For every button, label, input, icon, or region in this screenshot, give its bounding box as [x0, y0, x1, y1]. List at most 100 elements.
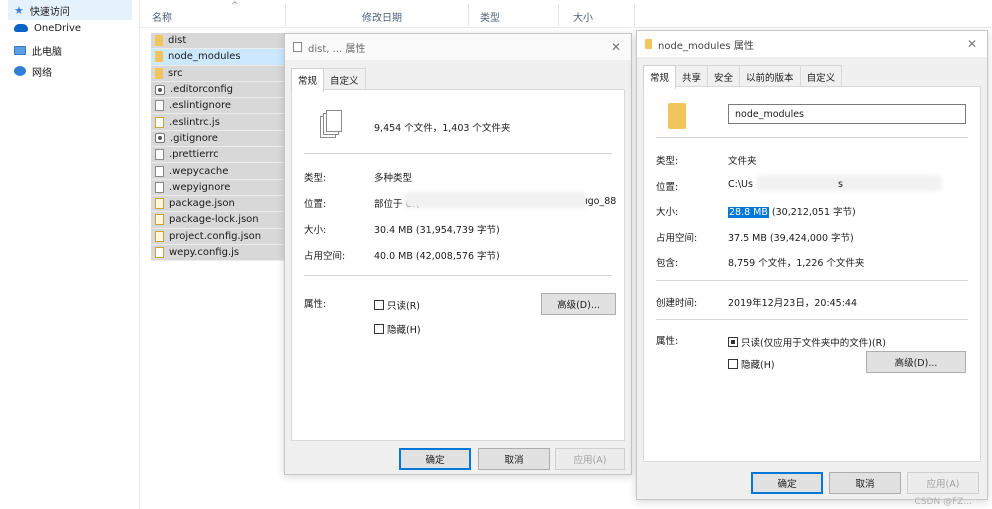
checkbox-box[interactable]	[374, 300, 384, 310]
contains-value: 8,759 个文件，1,226 个文件夹	[728, 258, 865, 269]
nav-item-network[interactable]: 网络	[14, 61, 52, 81]
type-value: 文件夹	[728, 156, 757, 167]
nav-item-quick-access[interactable]: ★ 快速访问	[8, 0, 132, 20]
watermark: CSDN @FZ...	[914, 497, 972, 507]
column-divider[interactable]	[634, 4, 635, 26]
created-label: 创建时间:	[656, 298, 698, 309]
file-name: project.config.json	[169, 230, 262, 242]
location-label: 位置:	[656, 182, 679, 193]
tab-general[interactable]: 常规	[643, 65, 677, 89]
disk-size-value: 37.5 MB (39,424,000 字节)	[728, 233, 854, 244]
file-row-src[interactable]: src	[151, 65, 284, 82]
file-name: .gitignore	[170, 132, 218, 144]
folder-icon	[155, 51, 163, 63]
file-row-project-config-json[interactable]: project.config.json	[151, 228, 284, 245]
column-header: 名称 ^ 修改日期 类型 大小	[140, 0, 992, 28]
hidden-checkbox[interactable]: 隐藏(H)	[728, 357, 775, 371]
dialog-title-bar[interactable]: node_modules 属性 ✕	[637, 31, 987, 57]
file-name: .wepyignore	[169, 181, 231, 193]
column-type[interactable]: 类型	[480, 9, 500, 24]
star-icon: ★	[14, 3, 24, 17]
close-icon[interactable]: ✕	[611, 40, 621, 54]
file-row-package-json[interactable]: package.json	[151, 195, 284, 213]
divider	[656, 137, 968, 138]
advanced-button[interactable]: 高级(D)...	[541, 293, 616, 315]
json-file-icon	[155, 230, 164, 242]
checkbox-box[interactable]	[728, 359, 738, 369]
size-highlight: 28.8 MB	[728, 207, 769, 218]
column-size[interactable]: 大小	[573, 9, 593, 24]
folder-icon	[645, 39, 652, 49]
advanced-button[interactable]: 高级(D)...	[866, 351, 966, 373]
apply-button[interactable]: 应用(A)	[555, 448, 625, 470]
file-name: .eslintignore	[169, 100, 231, 112]
hidden-checkbox[interactable]: 隐藏(H)	[374, 322, 421, 336]
file-row-eslintrc[interactable]: .eslintrc.js	[151, 114, 284, 131]
file-icon	[155, 100, 164, 112]
checkbox-box[interactable]	[728, 337, 738, 347]
checkbox-box[interactable]	[374, 324, 384, 334]
disk-size-label: 占用空间:	[304, 251, 346, 262]
checkbox-label: 只读(仅应用于文件夹中的文件)(R)	[741, 338, 886, 349]
cancel-button[interactable]: 取消	[478, 448, 550, 470]
file-row-wepycache[interactable]: .wepycache	[151, 163, 284, 180]
navigation-pane: ★ 快速访问 OneDrive 此电脑 网络	[0, 0, 140, 509]
created-value: 2019年12月23日，20:45:44	[728, 298, 858, 309]
type-label: 类型:	[304, 173, 327, 184]
checkbox-label: 隐藏(H)	[741, 360, 775, 371]
location-value-tail: ıgo_88	[585, 196, 617, 207]
attributes-label: 属性:	[304, 299, 327, 310]
ok-button[interactable]: 确定	[399, 448, 471, 470]
redacted-region	[756, 175, 942, 191]
readonly-checkbox[interactable]: 只读(仅应用于文件夹中的文件)(R)	[728, 335, 886, 349]
folder-icon	[155, 35, 163, 47]
file-row-prettierrc[interactable]: .prettierrc	[151, 147, 284, 164]
file-name: .editorconfig	[170, 84, 233, 96]
file-row-wepyignore[interactable]: .wepyignore	[151, 179, 284, 196]
file-list: dist node_modules src .editorconfig .esl…	[151, 33, 284, 262]
nav-item-onedrive[interactable]: OneDrive	[14, 18, 81, 38]
readonly-checkbox[interactable]: 只读(R)	[374, 298, 420, 312]
column-divider[interactable]	[285, 4, 286, 26]
location-value: C:\Us	[728, 179, 753, 190]
nav-item-label: 此电脑	[32, 46, 62, 58]
files-icon	[293, 42, 302, 52]
file-row-editorconfig[interactable]: .editorconfig	[151, 81, 284, 99]
dialog-title: dist, ... 属性	[308, 43, 366, 55]
config-file-icon	[155, 84, 165, 95]
checkbox-label: 隐藏(H)	[387, 325, 421, 336]
sort-up-icon: ^	[231, 1, 239, 11]
file-row-gitignore[interactable]: .gitignore	[151, 130, 284, 148]
disk-size-label: 占用空间:	[656, 233, 698, 244]
file-row-wepy-config-js[interactable]: wepy.config.js	[151, 244, 284, 262]
column-modified[interactable]: 修改日期	[362, 9, 402, 24]
divider	[656, 280, 968, 281]
close-icon[interactable]: ✕	[967, 37, 977, 51]
tab-general[interactable]: 常规	[291, 68, 325, 92]
type-value: 多种类型	[374, 173, 413, 184]
redacted-region	[404, 192, 588, 208]
file-row-dist[interactable]: dist	[151, 33, 284, 50]
nav-item-this-pc[interactable]: 此电脑	[14, 40, 62, 60]
checkbox-label: 只读(R)	[387, 301, 421, 312]
size-value: 28.8 MB (30,212,051 字节)	[728, 204, 856, 218]
file-row-eslintignore[interactable]: .eslintignore	[151, 98, 284, 115]
contains-label: 包含:	[656, 258, 679, 269]
column-name[interactable]: 名称	[152, 9, 172, 24]
network-icon	[14, 66, 26, 76]
cancel-button[interactable]: 取消	[829, 472, 901, 494]
size-rest: (30,212,051 字节)	[768, 207, 856, 218]
ok-button[interactable]: 确定	[751, 472, 823, 494]
apply-button[interactable]: 应用(A)	[907, 472, 979, 494]
dialog-title-bar[interactable]: dist, ... 属性 ✕	[285, 34, 631, 60]
divider	[304, 153, 612, 154]
location-label: 位置:	[304, 199, 327, 210]
column-divider[interactable]	[468, 4, 469, 26]
folder-name-input[interactable]: node_modules	[728, 104, 966, 124]
column-divider[interactable]	[558, 4, 559, 26]
attributes-label: 属性:	[656, 336, 679, 347]
computer-icon	[14, 45, 26, 55]
file-name: .prettierrc	[169, 149, 219, 161]
file-row-package-lock-json[interactable]: package-lock.json	[151, 212, 284, 229]
file-row-node-modules[interactable]: node_modules	[151, 49, 284, 66]
